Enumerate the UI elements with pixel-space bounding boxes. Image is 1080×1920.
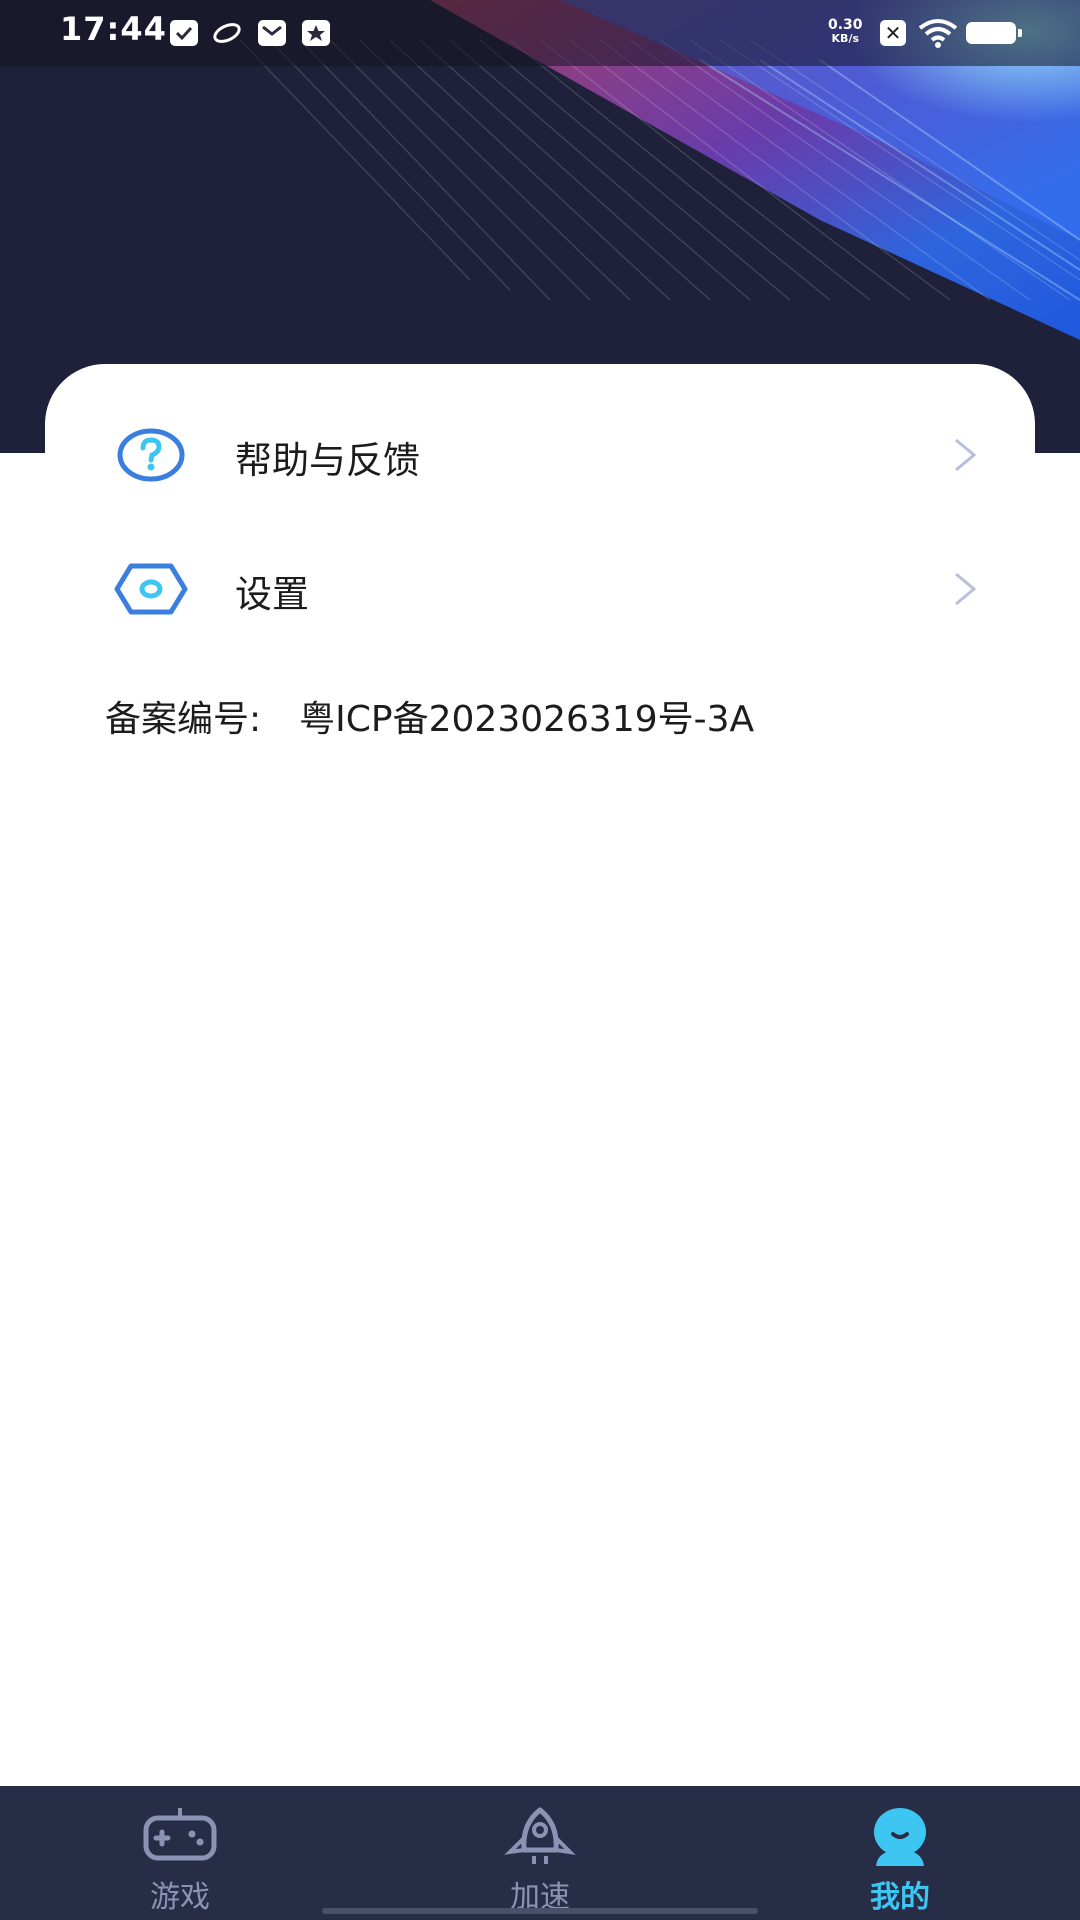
bottom-nav: 游戏 加速 我的 (0, 1786, 1080, 1920)
menu-item-settings[interactable]: 设置 (45, 534, 1035, 644)
network-speed: 0.30 KB/s (828, 18, 863, 46)
close-box-icon: ✕ (880, 20, 906, 46)
network-speed-value: 0.30 (828, 17, 863, 33)
tab-games[interactable]: 游戏 (80, 1786, 280, 1920)
settings-hex-icon (111, 554, 191, 624)
rocket-icon (500, 1806, 580, 1866)
network-speed-unit: KB/s (831, 32, 860, 45)
tab-label: 游戏 (150, 1880, 210, 1915)
menu-item-help-feedback[interactable]: 帮助与反馈 (45, 400, 1035, 510)
help-icon (111, 420, 191, 490)
menu-item-label: 帮助与反馈 (235, 439, 420, 482)
tab-mine[interactable]: 我的 (800, 1786, 1000, 1920)
wifi-icon (918, 18, 958, 52)
orbit-icon (212, 20, 241, 46)
icp-number: 粤ICP备2023026319号-3A (299, 699, 755, 740)
battery-icon (966, 22, 1022, 44)
gamepad-icon (140, 1806, 220, 1866)
icp-label: 备案编号: (105, 699, 262, 740)
home-indicator[interactable] (322, 1908, 758, 1914)
star-message-icon (302, 20, 330, 46)
mail-icon (258, 20, 286, 46)
menu-item-label: 设置 (235, 573, 309, 616)
profile-icon (860, 1806, 940, 1866)
chevron-right-icon (951, 436, 979, 478)
tab-label: 我的 (870, 1880, 930, 1915)
status-time: 17:44 (60, 10, 167, 48)
chevron-right-icon (951, 570, 979, 612)
tab-accelerate[interactable]: 加速 (440, 1786, 640, 1920)
clipboard-check-icon (170, 20, 198, 46)
icp-record: 备案编号: 粤ICP备2023026319号-3A (105, 690, 754, 742)
status-bar: 17:44 0.30 KB/s ✕ (0, 0, 1080, 66)
